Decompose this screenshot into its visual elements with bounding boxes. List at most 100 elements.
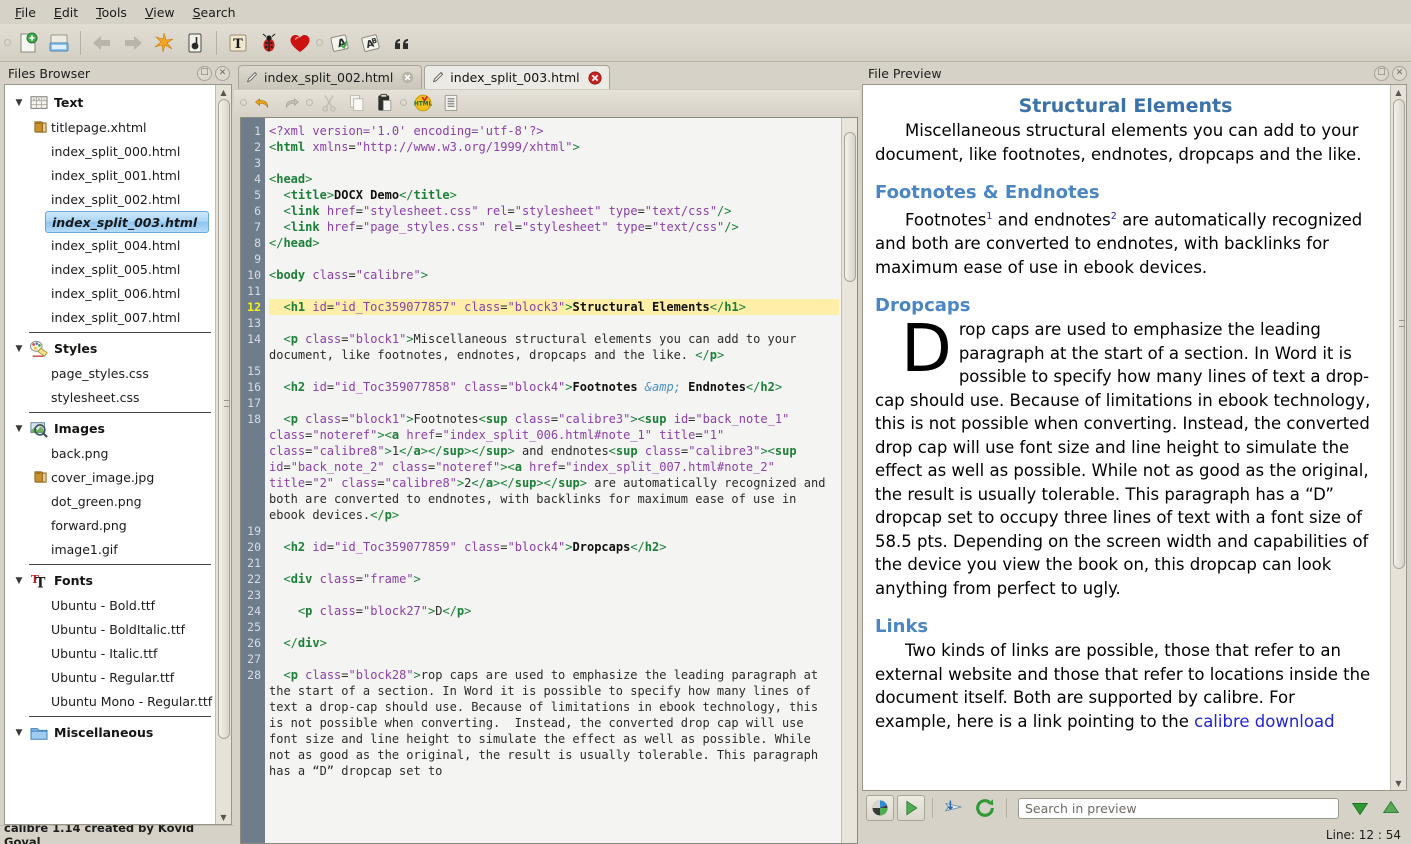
editor-tab-index-split-003[interactable]: index_split_003.html [424,65,609,89]
file-tree-item[interactable]: index_split_004.html [5,233,215,257]
preview-scrollbar-track[interactable] [1391,99,1407,776]
editor-scrollbar[interactable] [841,118,857,843]
line-number: 10 [241,267,261,283]
chevron-down-icon[interactable]: ▼ [11,576,27,586]
file-tree-category-images[interactable]: ▼Images [5,416,215,441]
file-tree-item[interactable]: titlepage.xhtml [5,115,215,139]
find-next-icon[interactable] [1346,795,1374,821]
editor-scrollbar-thumb[interactable] [844,132,856,282]
undo-icon[interactable] [250,91,276,115]
play-autoreload-icon[interactable] [897,795,925,821]
paste-icon[interactable] [372,91,398,115]
file-tree-item[interactable]: page_styles.css [5,361,215,385]
preview-scroll-up-icon[interactable]: ▲ [1395,85,1401,99]
file-tree-item[interactable]: cover_image.jpg [5,465,215,489]
file-tree-item[interactable]: forward.png [5,513,215,537]
editor-toolbar-handle-3 [400,99,407,106]
menu-item-view[interactable]: View [136,3,184,22]
code-editor[interactable]: 1234567891011121314 15161718 19202122232… [240,117,858,844]
file-tree-category-miscellaneous[interactable]: ▼Miscellaneous [5,720,215,745]
scrollbar-thumb[interactable] [218,99,230,739]
line-number: 14 [241,331,261,347]
format-document-icon[interactable] [438,91,464,115]
file-tree-item[interactable]: Ubuntu - Italic.ttf [5,641,215,665]
file-tree-item[interactable]: stylesheet.css [5,385,215,409]
file-tree-category-styles[interactable]: ▼ Styles [5,336,215,361]
file-name-label: Ubuntu - Bold.ttf [51,598,155,613]
chevron-down-icon[interactable]: ▼ [11,424,27,434]
file-tree-item[interactable]: Ubuntu - Bold.ttf [5,593,215,617]
close-icon-red[interactable] [588,71,602,85]
chevron-down-icon[interactable]: ▼ [11,728,27,738]
line-number: 9 [241,251,261,267]
file-tree-item[interactable]: index_split_007.html [5,305,215,329]
line-number-spacer [241,507,261,523]
category-label: Styles [54,341,97,356]
chevron-down-icon[interactable]: ▼ [11,344,27,354]
spellcheck-icon[interactable]: A [325,28,355,58]
chevron-down-icon[interactable]: ▼ [11,98,27,108]
file-tree-item[interactable]: index_split_000.html [5,139,215,163]
new-file-icon[interactable] [13,28,43,58]
file-tree-item[interactable]: index_split_002.html [5,187,215,211]
file-tree-item[interactable]: dot_green.png [5,489,215,513]
html-check-icon[interactable]: HTML [410,91,436,115]
back-arrow-icon[interactable] [87,28,117,58]
file-name-label: index_split_000.html [51,144,180,159]
preview-scrollbar[interactable]: ▲ ▼ [1390,85,1406,790]
close-icon-grey[interactable] [401,71,414,84]
save-icon[interactable] [44,28,74,58]
ab-check-icon[interactable]: A B [356,28,386,58]
menu-item-tools[interactable]: Tools [87,3,136,22]
preview-heading-structural-elements: Structural Elements [875,95,1376,117]
file-tree-item[interactable]: index_split_005.html [5,257,215,281]
editor-tab-index-split-002[interactable]: index_split_002.html [238,65,422,89]
reload-icon[interactable] [971,795,999,821]
file-tree-item[interactable]: back.png [5,441,215,465]
files-browser-dock: Files Browser ☐ ✕ ▼abcTexttitlepage.xhtm… [0,62,234,844]
refresh-preview-icon[interactable] [866,795,894,821]
forward-arrow-icon[interactable] [118,28,148,58]
menu-item-file[interactable]: File [6,3,45,22]
file-tree-category-fonts[interactable]: ▼TTFonts [5,568,215,593]
menu-item-search[interactable]: Search [184,3,245,22]
file-tree-item[interactable]: Ubuntu Mono - Regular.ttf [5,689,215,713]
close-icon[interactable]: ✕ [215,66,230,81]
scroll-down-icon[interactable]: ▼ [220,810,226,824]
sync-position-icon[interactable] [940,795,968,821]
text-tile-icon[interactable]: T [223,28,253,58]
restore-icon[interactable]: ☐ [197,66,212,81]
file-tree-item[interactable]: Ubuntu - BoldItalic.ttf [5,617,215,641]
bug-icon[interactable] [254,28,284,58]
line-number: 27 [241,651,261,667]
file-tree-item[interactable]: image1.gif [5,537,215,561]
copy-icon[interactable] [344,91,370,115]
restore-icon-preview[interactable]: ☐ [1374,66,1389,81]
code-text-area[interactable]: <?xml version='1.0' encoding='utf-8'?><h… [265,118,841,843]
file-tree-item[interactable]: index_split_003.html [45,211,209,233]
close-icon-preview[interactable]: ✕ [1392,66,1407,81]
preview-document[interactable]: Structural Elements Miscellaneous struct… [863,85,1390,790]
find-previous-icon[interactable] [1377,795,1405,821]
pencil-icon [246,71,259,84]
preview-scroll-down-icon[interactable]: ▼ [1395,776,1401,790]
code-line [269,363,839,379]
redo-icon[interactable] [278,91,304,115]
toc-icon[interactable] [180,28,210,58]
file-tree-item[interactable]: index_split_001.html [5,163,215,187]
menu-item-edit[interactable]: Edit [45,3,87,22]
scrollbar-track[interactable] [216,99,232,810]
file-tree[interactable]: ▼abcTexttitlepage.xhtml index_split_000.h… [5,85,215,824]
search-in-preview-input[interactable]: Search in preview [1018,798,1339,819]
heart-icon[interactable] [285,28,315,58]
file-tree-category-text[interactable]: ▼abcText [5,90,215,115]
preview-scrollbar-thumb[interactable] [1393,99,1405,569]
magic-wand-icon[interactable] [149,28,179,58]
files-browser-scrollbar[interactable]: ▲ ▼ [215,85,231,824]
scroll-up-icon[interactable]: ▲ [220,85,226,99]
calibre-download-link[interactable]: calibre download [1194,712,1334,731]
smarten-quotes-icon[interactable] [387,28,417,58]
file-tree-item[interactable]: Ubuntu - Regular.ttf [5,665,215,689]
cut-icon[interactable] [316,91,342,115]
file-tree-item[interactable]: index_split_006.html [5,281,215,305]
